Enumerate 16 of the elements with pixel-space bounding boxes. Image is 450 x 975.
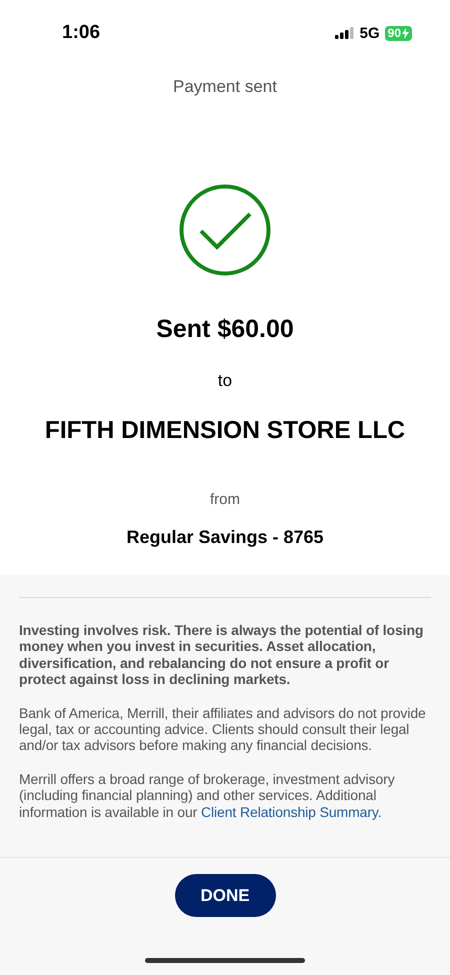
disclosure-paragraph: Investing involves risk. There is always the potential of losing money when you invest in securities. Asset allocation, diversification, and rebalancing do not ensure a profit or protect against loss in declining markets. xyxy=(19,622,424,688)
to-label: to xyxy=(218,370,232,392)
page-title: Payment sent xyxy=(173,76,277,98)
network-label: 5G xyxy=(360,24,380,42)
from-label: from xyxy=(210,490,240,510)
disclosure-paragraph: Bank of America, Merrill, their affiliates and advisors do not provide legal, tax or accounting advice. Clients should consult their legal and/or tax advisors before making any financial decisions. xyxy=(19,704,427,754)
amount-text: Sent $60.00 xyxy=(156,314,294,344)
summary-link[interactable]: Client Relationship Summary. xyxy=(201,804,382,820)
account-name: Regular Savings - 8765 xyxy=(126,526,324,549)
done-button[interactable]: DONE xyxy=(174,874,276,917)
check-circle-icon xyxy=(179,184,271,276)
disclosure-paragraph: Merrill offers a broad range of brokerage, investment advisory (including financial planning) and other services. Additional information is available in our Client Relationship Summary. xyxy=(19,770,396,820)
battery-indicator: 90 xyxy=(384,26,412,40)
signal-icon xyxy=(334,27,354,39)
recipient-name: FIFTH DIMENSION STORE LLC xyxy=(44,416,406,446)
clock-time: 1:06 xyxy=(62,22,102,44)
